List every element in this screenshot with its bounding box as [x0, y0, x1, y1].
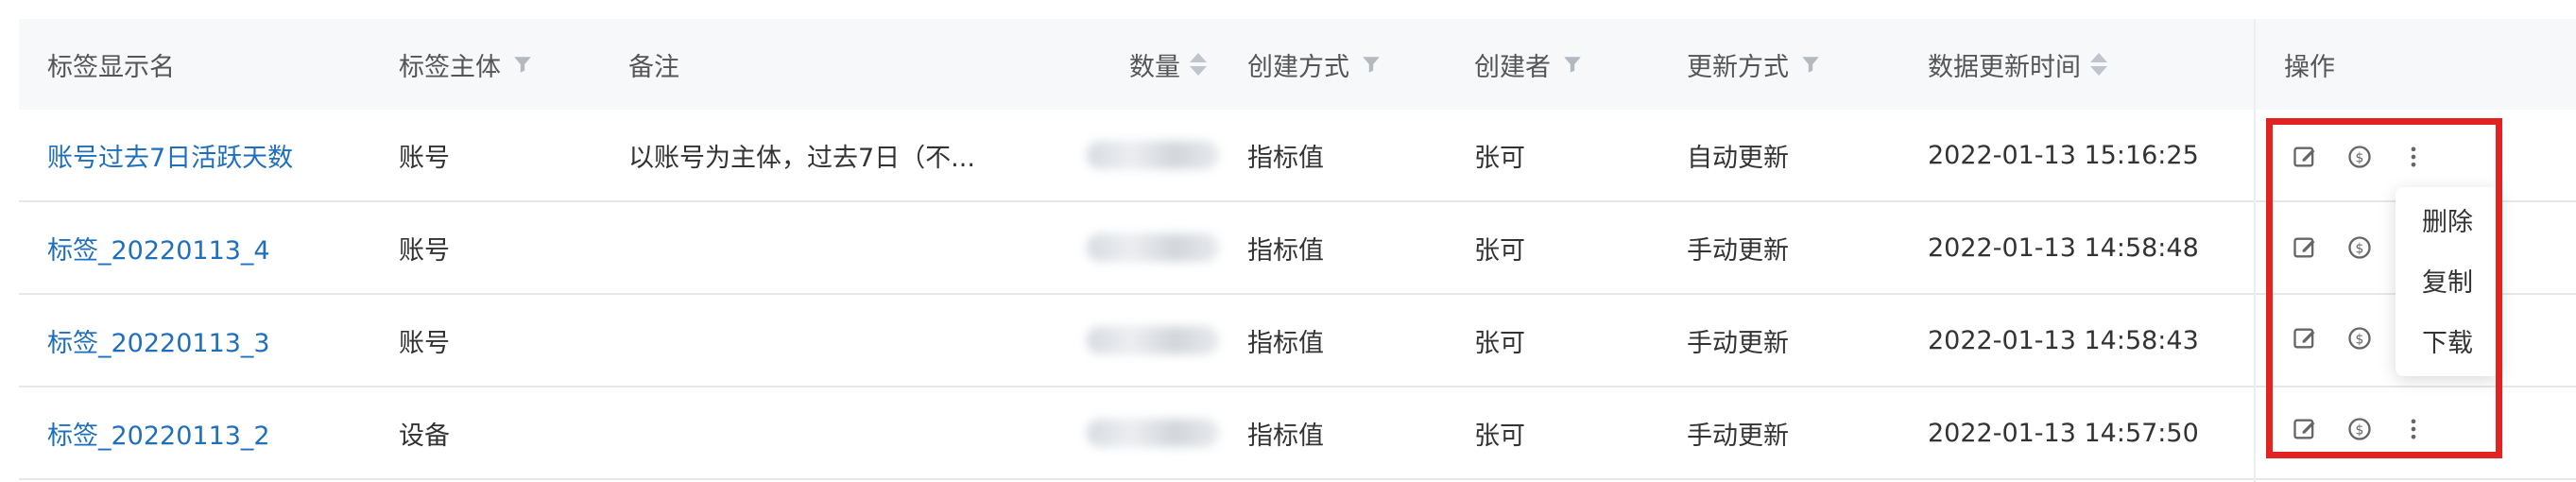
header-note-label: 备注 — [628, 52, 679, 82]
header-creator: 创建者 — [1474, 19, 1583, 110]
header-create-method-label: 创建方式 — [1247, 52, 1349, 82]
filter-icon[interactable] — [1562, 54, 1583, 75]
create-method: 指标值 — [1247, 328, 1324, 358]
tag-name-link[interactable]: 标签_20220113_3 — [47, 295, 270, 386]
table-row: 标签_20220113_2 设备 指标值 张可 手动更新 2022-01-13 … — [19, 387, 2576, 480]
tag-table: 标签显示名 标签主体 备注 数量 创建方式 创建者 更新方式 数据更新时间 操作… — [19, 19, 2576, 482]
create-method: 指标值 — [1247, 143, 1324, 173]
highlight-box — [2266, 118, 2502, 458]
update-method: 手动更新 — [1687, 421, 1789, 451]
header-update-method-label: 更新方式 — [1687, 52, 1789, 82]
header-create-method: 创建方式 — [1247, 19, 1382, 110]
sort-icon[interactable] — [2090, 53, 2107, 76]
header-name: 标签显示名 — [47, 19, 175, 110]
filter-icon[interactable] — [1800, 54, 1821, 75]
sort-icon[interactable] — [1190, 53, 1207, 76]
header-update-time-label: 数据更新时间 — [1928, 52, 2081, 82]
header-count-label: 数量 — [1129, 52, 1180, 82]
table-row: 标签_20220113_4 账号 指标值 张可 手动更新 2022-01-13 … — [19, 202, 2576, 295]
create-method: 指标值 — [1247, 235, 1324, 266]
table-header: 标签显示名 标签主体 备注 数量 创建方式 创建者 更新方式 数据更新时间 操作 — [19, 19, 2576, 112]
tag-subject: 设备 — [399, 421, 450, 451]
creator: 张可 — [1474, 421, 1525, 451]
count-blurred — [1087, 110, 1219, 200]
update-time: 2022-01-13 14:58:48 — [1928, 232, 2199, 263]
filter-icon[interactable] — [512, 54, 533, 75]
update-method: 手动更新 — [1687, 235, 1789, 266]
update-method: 手动更新 — [1687, 328, 1789, 358]
creator: 张可 — [1474, 235, 1525, 266]
header-name-label: 标签显示名 — [47, 52, 175, 82]
header-subject: 标签主体 — [399, 19, 533, 110]
table-row: 标签_20220113_3 账号 指标值 张可 手动更新 2022-01-13 … — [19, 295, 2576, 387]
tag-name-link[interactable]: 账号过去7日活跃天数 — [47, 110, 293, 200]
update-time: 2022-01-13 15:16:25 — [1928, 140, 2199, 170]
tag-name-link[interactable]: 标签_20220113_2 — [47, 387, 270, 478]
header-update-time[interactable]: 数据更新时间 — [1928, 19, 2107, 110]
header-creator-label: 创建者 — [1474, 52, 1551, 82]
tag-subject: 账号 — [399, 328, 450, 358]
header-note: 备注 — [628, 19, 679, 110]
count-blurred — [1087, 202, 1219, 293]
count-blurred — [1087, 295, 1219, 386]
tag-subject: 账号 — [399, 235, 450, 266]
creator: 张可 — [1474, 143, 1525, 173]
update-time: 2022-01-13 14:57:50 — [1928, 418, 2199, 448]
table-row: 账号过去7日活跃天数 账号 以账号为主体，过去7日（不... 指标值 张可 自动… — [19, 110, 2576, 202]
tag-name-link[interactable]: 标签_20220113_4 — [47, 202, 270, 293]
creator: 张可 — [1474, 328, 1525, 358]
create-method: 指标值 — [1247, 421, 1324, 451]
filter-icon[interactable] — [1361, 54, 1382, 75]
update-time: 2022-01-13 14:58:43 — [1928, 325, 2199, 355]
header-count[interactable]: 数量 — [1129, 19, 1207, 110]
tag-subject: 账号 — [399, 143, 450, 173]
header-subject-label: 标签主体 — [399, 52, 501, 82]
header-update-method: 更新方式 — [1687, 19, 1821, 110]
count-blurred — [1087, 387, 1219, 478]
update-method: 自动更新 — [1687, 143, 1789, 173]
tag-note: 以账号为主体，过去7日（不... — [628, 143, 975, 173]
